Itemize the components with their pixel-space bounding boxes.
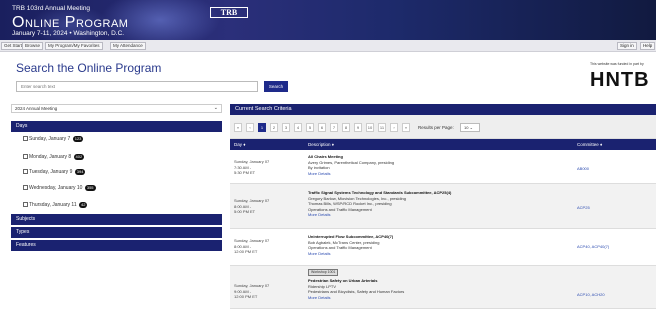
page-button[interactable]: 5	[306, 123, 314, 132]
table-row: Sunday, January 07 9:00 AM -12:00 PM ET W…	[230, 266, 656, 309]
sign-in-button[interactable]: Sign in	[617, 42, 637, 50]
count-badge: 42	[79, 201, 88, 208]
facet-subjects[interactable]: Subjects	[11, 214, 222, 225]
page-button[interactable]: 1	[258, 123, 266, 132]
meeting-select[interactable]: 2024 Annual Meeting ⌄	[11, 104, 222, 113]
workshop-badge: Workshop 1001	[308, 269, 339, 276]
table-row: Sunday, January 07 8:00 AM -12:00 PM ET U…	[230, 229, 656, 266]
count-badge: 123	[72, 135, 84, 142]
page-button[interactable]: ‹	[246, 123, 254, 132]
my-attendance-button[interactable]: My Attendance	[110, 42, 146, 50]
checkbox-icon[interactable]	[23, 154, 28, 160]
count-badge: 394	[74, 168, 86, 175]
browse-button[interactable]: Browse	[22, 42, 44, 50]
page-button[interactable]: 10	[366, 123, 374, 132]
more-details-link[interactable]: More Details	[308, 295, 568, 301]
page-button[interactable]: 7	[330, 123, 338, 132]
chevron-down-icon: ⌄	[213, 105, 218, 111]
page-button[interactable]: 11	[378, 123, 386, 132]
search-button[interactable]: Search	[264, 81, 288, 92]
meeting-select-value: 2024 Annual Meeting	[15, 106, 58, 111]
results-column-headers: Day ♦ Description ♦ Committee ♦	[230, 139, 656, 150]
page-title: Search the Online Program	[16, 61, 162, 75]
page-button[interactable]: ›	[390, 123, 398, 132]
checkbox-icon[interactable]	[23, 136, 28, 142]
day-filter-wednesday[interactable]: Wednesday, January 10 355	[23, 184, 96, 192]
page-button[interactable]: 9	[354, 123, 362, 132]
facet-days[interactable]: Days	[11, 121, 222, 132]
table-row: Sunday, January 07 7:30 AM -5:30 PM ET Al…	[230, 150, 656, 184]
sponsor-note: This website was funded in part by	[590, 62, 644, 66]
sort-description[interactable]: Description ♦	[308, 139, 334, 150]
day-filter-thursday[interactable]: Thursday, January 11 42	[23, 201, 88, 209]
page-button[interactable]: 3	[282, 123, 290, 132]
top-nav: Get Started Browse My Program/My Favorit…	[0, 40, 656, 52]
page-button[interactable]: 4	[294, 123, 302, 132]
meeting-dates: January 7-11, 2024 • Washington, D.C.	[12, 30, 125, 37]
header-banner: TRB 103rd Annual Meeting Online Program …	[0, 0, 656, 40]
trb-logo[interactable]: TRB	[210, 7, 248, 18]
sort-committee[interactable]: Committee ♦	[577, 139, 602, 150]
table-row: Sunday, January 07 8:00 AM -5:00 PM ET Tr…	[230, 184, 656, 229]
committee-link[interactable]: AB000	[577, 166, 589, 171]
page-button[interactable]: 2	[270, 123, 278, 132]
page-button[interactable]: 6	[318, 123, 326, 132]
checkbox-icon[interactable]	[23, 202, 28, 208]
committee-link[interactable]: ACP10, ACH20	[577, 292, 605, 297]
pagination-bar: « ‹ 1 2 3 4 5 6 7 8 9 10 11 › » Results per Page: 10 ⌄	[230, 115, 656, 139]
committee-link[interactable]: ACP40, ACP40(7)	[577, 244, 609, 249]
page-button[interactable]: «	[234, 123, 242, 132]
help-button[interactable]: Help	[640, 42, 656, 50]
day-filter-sunday[interactable]: Sunday, January 7 123	[23, 135, 84, 143]
sort-day[interactable]: Day ♦	[234, 139, 246, 150]
count-badge: 402	[73, 153, 85, 160]
current-search-criteria: Current Search Criteria	[230, 104, 656, 115]
results-per-page-label: Results per Page:	[418, 125, 454, 130]
results-per-page-select[interactable]: 10 ⌄	[460, 123, 480, 132]
facet-types[interactable]: Types	[11, 227, 222, 238]
facet-features[interactable]: Features	[11, 240, 222, 251]
committee-link[interactable]: ACP25	[577, 205, 590, 210]
checkbox-icon[interactable]	[23, 169, 28, 175]
more-details-link[interactable]: More Details	[308, 251, 568, 257]
day-filter-tuesday[interactable]: Tuesday, January 9 394	[23, 168, 86, 176]
hntb-logo[interactable]: HNTB	[590, 69, 650, 92]
my-program-button[interactable]: My Program/My Favorites	[45, 42, 103, 50]
page-button[interactable]: »	[402, 123, 410, 132]
search-input[interactable]	[16, 81, 258, 92]
count-badge: 355	[84, 184, 96, 191]
more-details-link[interactable]: More Details	[308, 171, 568, 177]
more-details-link[interactable]: More Details	[308, 212, 568, 218]
day-filter-monday[interactable]: Monday, January 8 402	[23, 153, 85, 161]
page-button[interactable]: 8	[342, 123, 350, 132]
meeting-name: TRB 103rd Annual Meeting	[12, 5, 91, 12]
checkbox-icon[interactable]	[23, 185, 28, 191]
